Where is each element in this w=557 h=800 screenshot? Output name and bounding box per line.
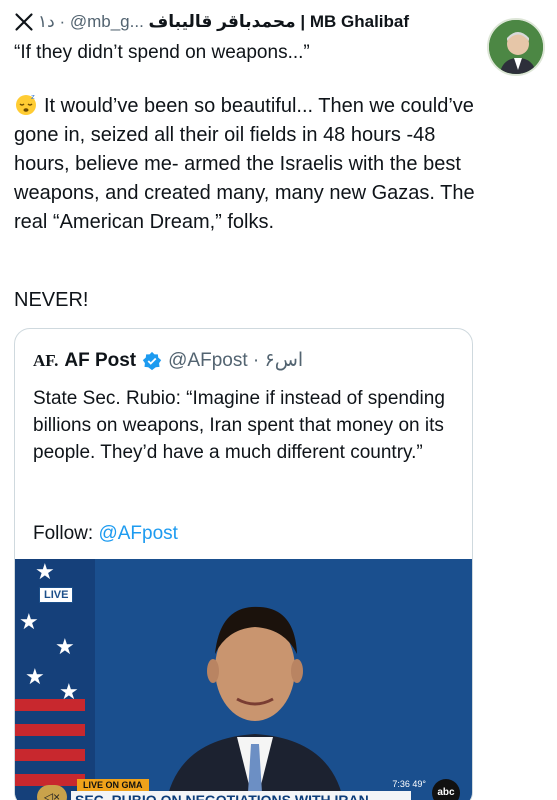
- quoted-handle-time: @AFpost · ۶اس: [168, 350, 304, 371]
- news-headline: SEC. RUBIO ON NEGOTIATIONS WITH IRAN: [71, 791, 411, 800]
- x-logo-icon[interactable]: [14, 12, 34, 32]
- svg-text:z: z: [31, 93, 35, 101]
- quoted-post-card[interactable]: AF. AF Post @AFpost · ۶اس State Sec. Rub…: [14, 328, 473, 800]
- author-avatar[interactable]: [487, 18, 545, 76]
- time-weather: 7:36 49°: [392, 779, 426, 789]
- follow-line: Follow: @AFpost: [33, 523, 178, 545]
- af-logo: AF.: [33, 350, 59, 370]
- author-line[interactable]: ۱د · @mb_g... محمدباقر قالیباف | MB Ghal…: [38, 12, 409, 32]
- follow-label: Follow:: [33, 523, 94, 544]
- svg-text:★: ★: [25, 665, 45, 690]
- post-header: ۱د · @mb_g... محمدباقر قالیباف | MB Ghal…: [0, 0, 557, 80]
- post-body-text: It would’ve been so beautiful... Then we…: [14, 95, 475, 233]
- svg-text:★: ★: [55, 635, 75, 660]
- post-quote-line: “If they didn’t spend on weapons...”: [14, 42, 310, 63]
- post-closing: NEVER!: [14, 289, 89, 311]
- video-frame: ★ ★ ★ ★ ★: [15, 559, 472, 800]
- quoted-post-header: AF. AF Post @AFpost · ۶اس: [33, 349, 303, 372]
- post-body: z It would’ve been so beautiful... Then …: [14, 92, 484, 237]
- svg-text:★: ★: [19, 610, 39, 635]
- mute-icon[interactable]: ◁×: [37, 785, 67, 800]
- sleeping-face-icon: z: [16, 93, 36, 115]
- author-display-name: محمدباقر قالیباف | MB Ghalibaf: [148, 12, 410, 31]
- show-label: LIVE ON GMA: [77, 779, 149, 791]
- abc-logo: abc: [432, 779, 460, 800]
- follow-link[interactable]: @AFpost: [98, 523, 177, 544]
- live-badge: LIVE: [39, 587, 74, 603]
- quoted-author-name[interactable]: AF Post: [64, 350, 136, 372]
- quoted-post-text: State Sec. Rubio: “Imagine if instead of…: [33, 388, 445, 463]
- verified-badge-icon: [142, 351, 162, 370]
- svg-text:★: ★: [59, 680, 79, 705]
- video-thumbnail[interactable]: ★ ★ ★ ★ ★ LIVE LIVE ON GMA SEC. RUBIO ON…: [15, 559, 472, 800]
- post-time: ۱د: [38, 12, 55, 31]
- author-handle: @mb_g...: [69, 12, 144, 31]
- svg-text:★: ★: [35, 560, 55, 585]
